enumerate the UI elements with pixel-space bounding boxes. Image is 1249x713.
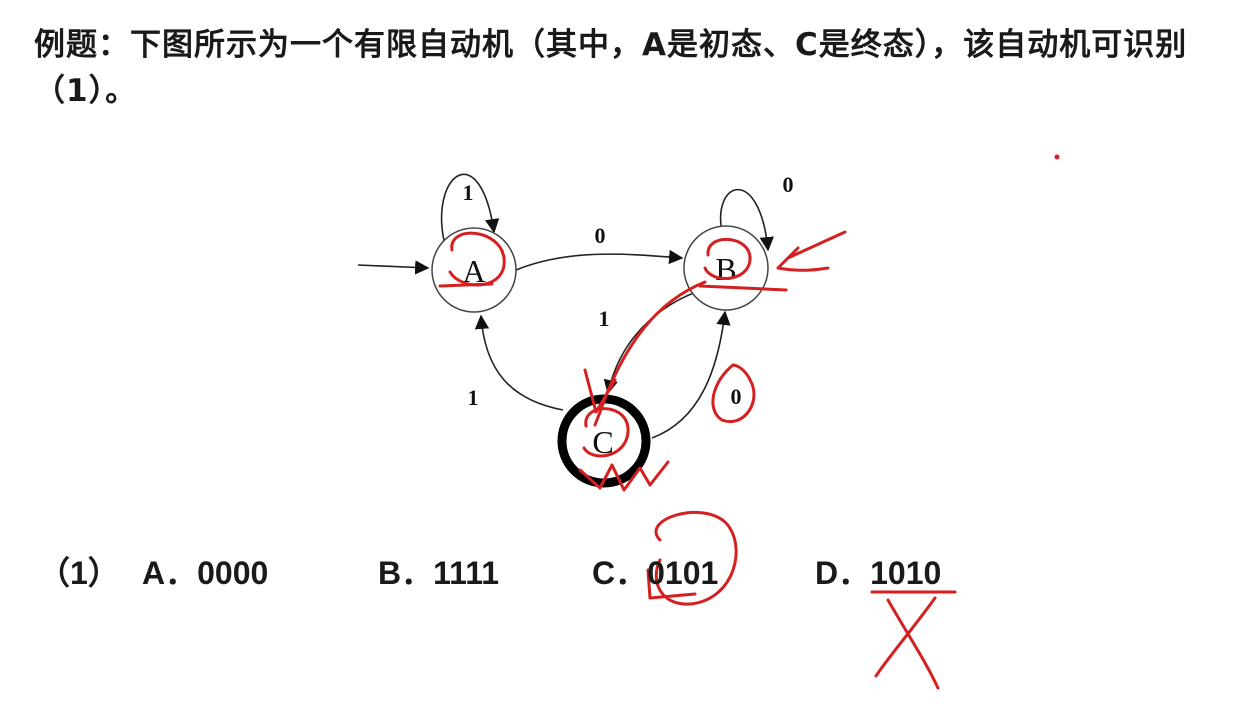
- option-d-value: 1010: [870, 555, 942, 591]
- edge-a-to-b: [515, 249, 684, 271]
- edge-b-to-c: [603, 286, 713, 395]
- option-a-value: 0000: [197, 555, 269, 591]
- state-b-label: B: [715, 251, 736, 287]
- handwritten-annotations: [438, 230, 957, 690]
- edge-label-a-self: 1: [463, 180, 474, 205]
- edge-label-b-self: 0: [783, 172, 794, 197]
- option-c-letter: C．: [592, 555, 648, 591]
- edge-label-b-to-c: 1: [599, 306, 610, 331]
- edge-c-to-a: [474, 314, 564, 411]
- option-b: B．1111: [378, 548, 499, 594]
- red-dot: [1054, 154, 1060, 160]
- answer-options: （1） A．0000 B．1111 C．0101 D．1010: [0, 540, 1249, 600]
- option-c-value: 0101: [647, 555, 719, 591]
- option-b-letter: B．: [378, 555, 434, 591]
- start-arrow: [357, 260, 430, 275]
- option-b-value: 1111: [433, 555, 500, 591]
- edge-label-c-to-a: 1: [468, 385, 479, 410]
- finite-automaton-diagram: A B C 1 0 0 1 1 0: [357, 154, 1060, 690]
- edge-c-to-b: [651, 310, 731, 439]
- question-number: （1）: [38, 555, 120, 591]
- edge-label-a-to-b: 0: [595, 223, 606, 248]
- edge-label-c-to-b: 0: [731, 384, 742, 409]
- option-a-letter: A．: [142, 555, 198, 591]
- option-c: C．0101: [592, 548, 718, 594]
- option-d: D．1010: [815, 548, 941, 594]
- option-a: A．0000: [142, 548, 268, 594]
- option-d-letter: D．: [815, 555, 871, 591]
